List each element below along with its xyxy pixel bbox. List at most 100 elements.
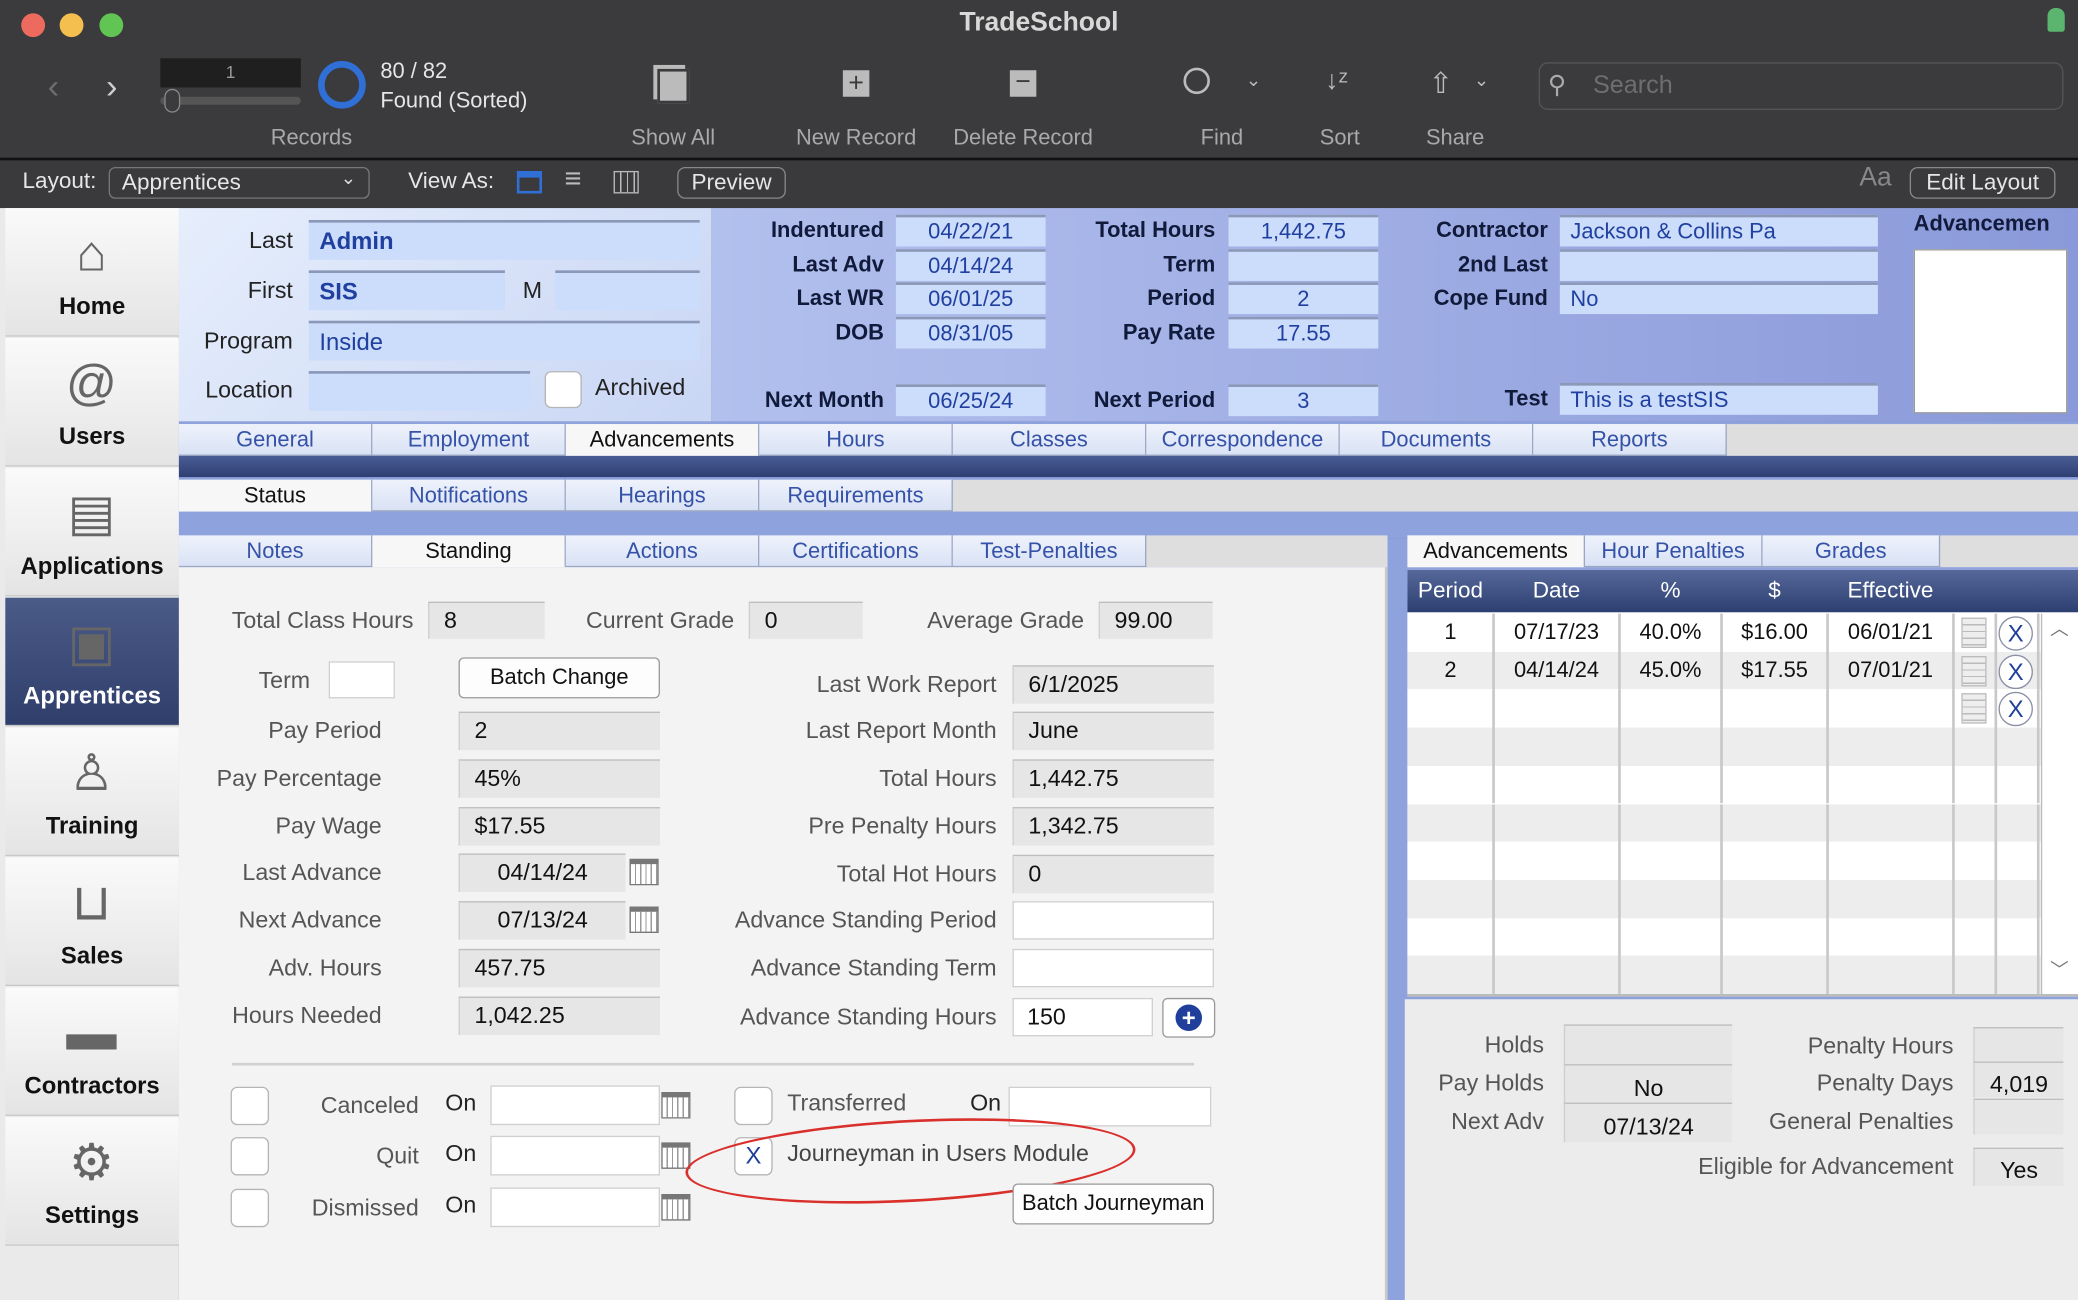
field-total-hours[interactable]: 1,442.75 xyxy=(1012,759,1214,798)
scroll-down-icon[interactable]: ﹀ xyxy=(2041,957,2078,994)
tab-test-penalties[interactable]: Test-Penalties xyxy=(952,535,1147,568)
sort-button[interactable]: Sort xyxy=(1292,126,1387,151)
delete-record-button[interactable]: Delete Record xyxy=(941,126,1105,151)
field-penalty-hours[interactable] xyxy=(1973,1027,2064,1063)
tab-advancements[interactable]: Advancements xyxy=(1407,535,1586,568)
field-test[interactable]: This is a testSIS xyxy=(1559,383,1878,415)
checkbox-transferred[interactable] xyxy=(734,1086,773,1126)
sort-icon[interactable]: ↓ᶻ xyxy=(1325,66,1348,96)
delete-row-button[interactable]: X xyxy=(1998,616,2033,651)
field-2nd-last[interactable] xyxy=(1559,249,1878,281)
field-advance-standing-period[interactable] xyxy=(1012,901,1214,940)
field-advance-standing-term[interactable] xyxy=(1012,948,1214,988)
edit-layout-button[interactable]: Edit Layout xyxy=(1909,166,2056,199)
column-header[interactable]: Effective xyxy=(1828,570,1954,612)
tab-status[interactable]: Status xyxy=(178,479,373,512)
field-pre-penalty-hours[interactable]: 1,342.75 xyxy=(1012,807,1214,846)
search-input[interactable]: ⚲ Search xyxy=(1538,62,2064,110)
field-eligible-for-advancement[interactable]: Yes xyxy=(1973,1147,2064,1187)
view-form-icon[interactable] xyxy=(516,170,543,194)
share-icon[interactable]: ⇧ xyxy=(1429,66,1453,100)
table-row[interactable] xyxy=(1407,955,2041,994)
date-field-quit[interactable] xyxy=(490,1135,660,1176)
delete-row-button[interactable]: X xyxy=(1998,654,2033,689)
field-cope-fund[interactable]: No xyxy=(1559,282,1878,315)
field-last-report-month[interactable]: June xyxy=(1012,711,1214,751)
table-row[interactable] xyxy=(1407,841,2041,880)
table-row[interactable] xyxy=(1407,917,2041,956)
document-icon[interactable] xyxy=(1961,655,1987,687)
term-field[interactable] xyxy=(328,661,395,699)
date-field-dismissed[interactable] xyxy=(490,1187,660,1228)
calendar-icon[interactable] xyxy=(661,1142,691,1169)
calendar-icon[interactable] xyxy=(661,1194,691,1221)
batch-journeyman-button[interactable]: Batch Journeyman xyxy=(1012,1183,1214,1225)
tab-hours[interactable]: Hours xyxy=(759,424,953,456)
field-average-grade[interactable]: 99.00 xyxy=(1098,601,1213,639)
date-field-canceled[interactable] xyxy=(490,1085,660,1126)
delete-record-icon[interactable]: − xyxy=(1009,69,1037,97)
tab-standing[interactable]: Standing xyxy=(372,535,566,568)
table-row[interactable]: X xyxy=(1407,689,2041,728)
share-options-chevron-icon[interactable]: ⌄ xyxy=(1474,69,1490,92)
column-header[interactable]: $ xyxy=(1722,570,1828,612)
document-icon[interactable] xyxy=(1961,693,1987,725)
advancement-image-container[interactable] xyxy=(1913,249,2068,414)
field-total-hot-hours[interactable]: 0 xyxy=(1012,854,1214,894)
tab-classes[interactable]: Classes xyxy=(952,424,1147,456)
share-button[interactable]: Share xyxy=(1405,126,1506,151)
tab-hour-penalties[interactable]: Hour Penalties xyxy=(1585,535,1763,568)
tab-advancements[interactable]: Advancements xyxy=(565,424,760,456)
column-header[interactable]: % xyxy=(1619,570,1721,612)
record-slider-handle[interactable] xyxy=(164,88,181,113)
field-penalty-days[interactable]: 4,019 xyxy=(1973,1061,2064,1098)
field-pay-rate[interactable]: 17.55 xyxy=(1228,316,1379,349)
tab-hearings[interactable]: Hearings xyxy=(565,479,760,512)
tab-grades[interactable]: Grades xyxy=(1762,535,1941,568)
preview-button[interactable]: Preview xyxy=(677,166,786,199)
column-header[interactable]: Period xyxy=(1407,570,1493,612)
table-row[interactable] xyxy=(1407,803,2041,842)
table-row[interactable] xyxy=(1407,765,2041,804)
scroll-up-icon[interactable]: ︿ xyxy=(2041,615,2078,652)
field-contractor[interactable]: Jackson & Collins Pa xyxy=(1559,214,1878,247)
document-icon[interactable] xyxy=(1961,617,1987,649)
sidebar-item-applications[interactable]: ▤ Applications xyxy=(5,467,179,597)
show-all-button[interactable]: Show All xyxy=(583,126,763,151)
field-last-work-report[interactable]: 6/1/2025 xyxy=(1012,665,1214,704)
delete-row-button[interactable]: X xyxy=(1998,692,2033,727)
layout-dropdown[interactable]: Apprentices ⌄ xyxy=(108,166,370,199)
calendar-icon[interactable] xyxy=(661,1092,691,1119)
tab-notes[interactable]: Notes xyxy=(178,535,373,568)
new-record-icon[interactable]: + xyxy=(842,70,870,97)
view-list-icon[interactable]: ≡ xyxy=(565,162,582,196)
forward-arrow-icon[interactable]: › xyxy=(106,66,117,107)
record-slider[interactable] xyxy=(160,96,301,105)
tab-employment[interactable]: Employment xyxy=(372,424,566,456)
tab-requirements[interactable]: Requirements xyxy=(759,479,953,512)
view-table-icon[interactable] xyxy=(613,170,639,194)
record-number-input[interactable]: 1 xyxy=(160,58,301,88)
tab-general[interactable]: General xyxy=(178,424,373,456)
table-row[interactable] xyxy=(1407,727,2041,766)
table-row[interactable] xyxy=(1407,879,2041,918)
tab-documents[interactable]: Documents xyxy=(1339,424,1534,456)
find-icon[interactable] xyxy=(1183,67,1210,95)
find-options-chevron-icon[interactable]: ⌄ xyxy=(1246,69,1262,92)
tab-reports[interactable]: Reports xyxy=(1533,424,1727,456)
tab-notifications[interactable]: Notifications xyxy=(372,479,566,512)
tab-actions[interactable]: Actions xyxy=(565,535,760,568)
font-size-icon[interactable]: Aa xyxy=(1859,163,1891,193)
table-row[interactable]: 2 04/14/24 45.0% $17.55 07/01/21 X xyxy=(1407,651,2041,690)
back-arrow-icon[interactable]: ‹ xyxy=(48,66,59,107)
table-row[interactable]: 1 07/17/23 40.0% $16.00 06/01/21 X xyxy=(1407,613,2041,652)
sidebar-item-settings[interactable]: ⚙ Settings xyxy=(5,1117,179,1246)
find-button[interactable]: Find xyxy=(1166,126,1277,151)
column-header[interactable]: Date xyxy=(1494,570,1620,612)
table-scrollbar[interactable] xyxy=(2040,613,2078,994)
show-all-icon[interactable] xyxy=(657,68,690,104)
tab-certifications[interactable]: Certifications xyxy=(759,535,953,568)
tab-correspondence[interactable]: Correspondence xyxy=(1146,424,1340,456)
new-record-button[interactable]: New Record xyxy=(782,126,930,151)
field-general-penalties[interactable] xyxy=(1973,1098,2064,1135)
